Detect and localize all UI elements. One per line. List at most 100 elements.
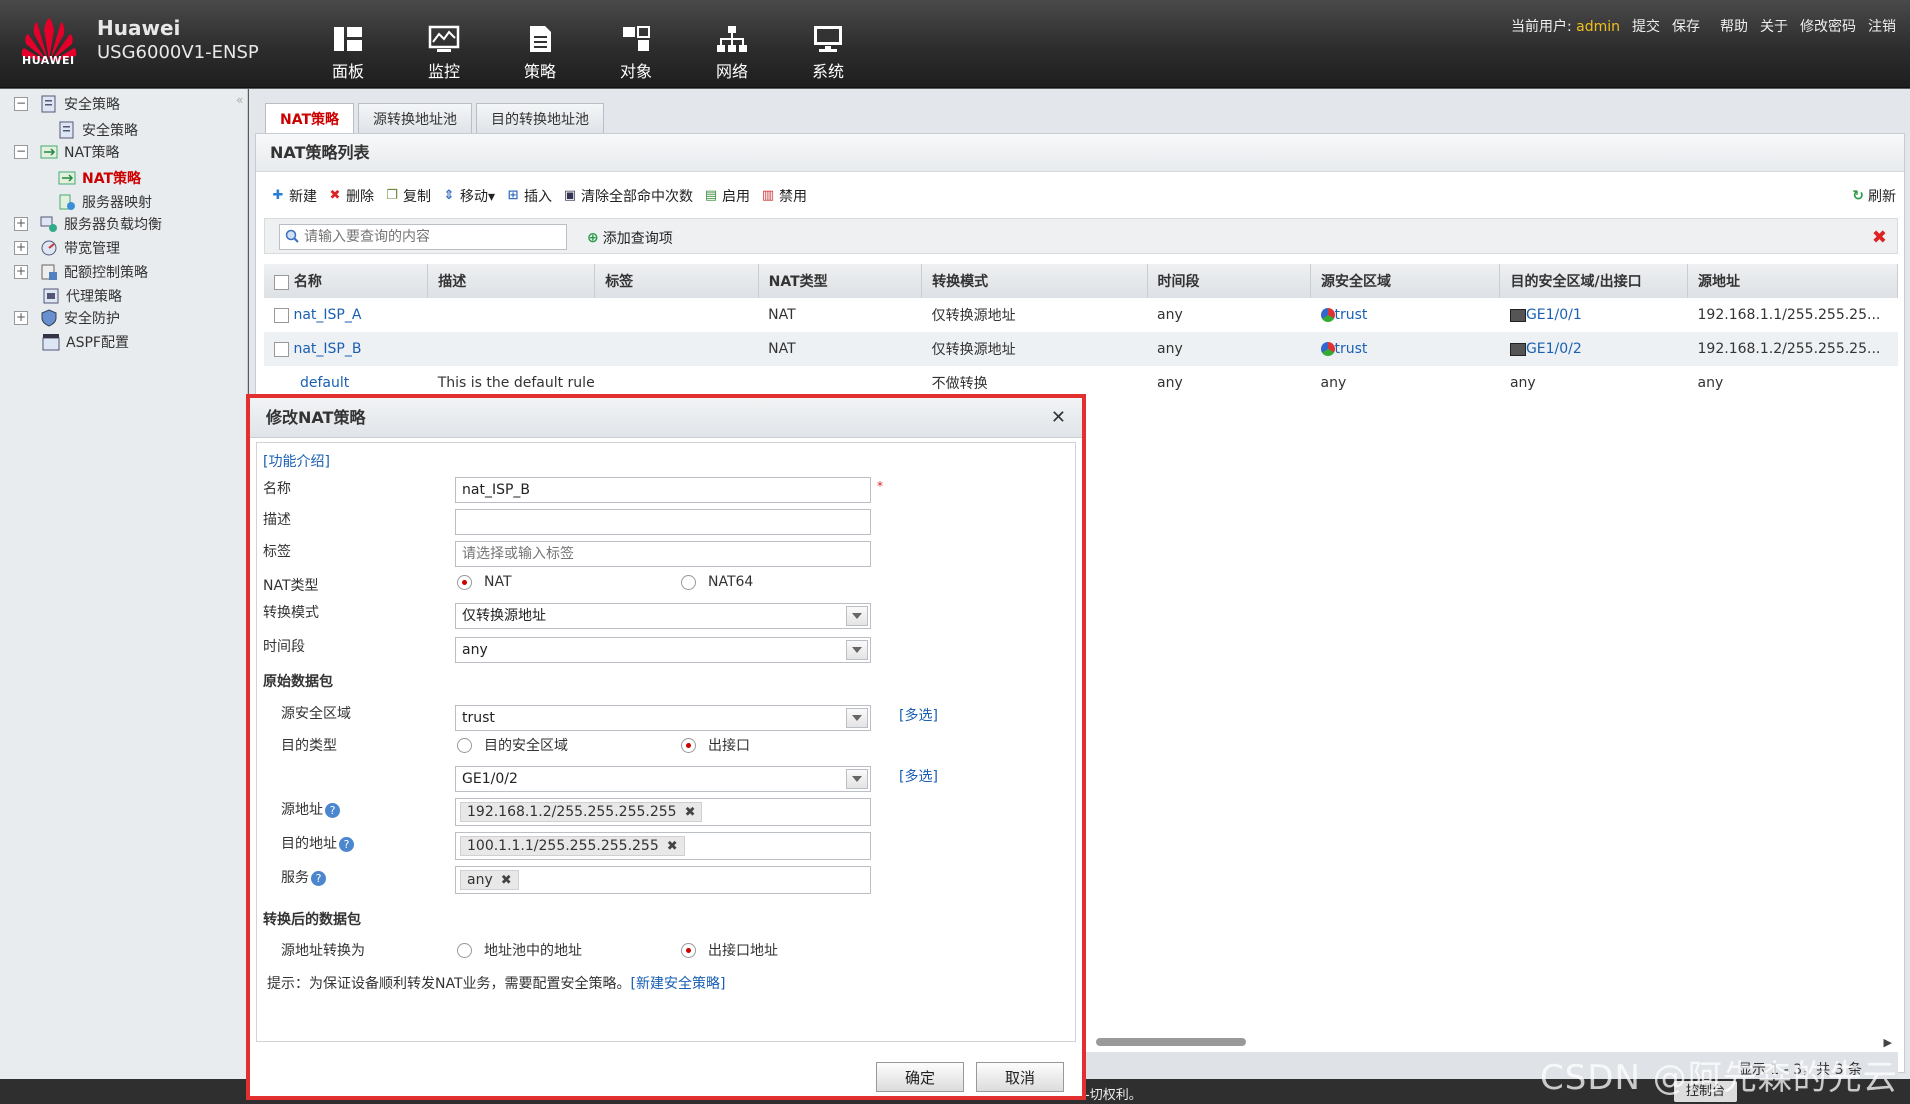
submit-link[interactable]: 提交 [1632, 16, 1660, 36]
tab-nat-policy[interactable]: NAT策略 [265, 103, 355, 133]
zone-link[interactable]: trust [1335, 341, 1368, 357]
help-icon[interactable]: ? [325, 802, 340, 818]
logout-link[interactable]: 注销 [1868, 16, 1896, 36]
sidebar-item-bandwidth[interactable]: + 带宽管理 [14, 235, 120, 261]
nav-network[interactable]: 网络 [684, 0, 780, 88]
cancel-button[interactable]: 取消 [976, 1062, 1064, 1092]
bandwidth-icon [41, 240, 57, 256]
select-all-checkbox[interactable] [274, 274, 289, 290]
close-icon[interactable]: ✕ [1051, 398, 1066, 438]
scroll-right-icon[interactable]: ▶ [1884, 1036, 1892, 1049]
col-dst-zone[interactable]: 目的安全区域/出接口 [1499, 264, 1689, 298]
move-button[interactable]: ⇕ 移动▾ [441, 186, 495, 206]
time-select[interactable]: any [455, 637, 871, 663]
enable-button[interactable]: ▤ 启用 [703, 186, 750, 206]
sidebar-item-security-policy-group[interactable]: − 安全策略 [14, 91, 120, 117]
policy-name-link[interactable]: default [300, 375, 349, 391]
description-input[interactable] [455, 509, 871, 535]
dst-addr-input[interactable]: 100.1.1.1/255.255.255.255 ✖ [455, 832, 871, 860]
expand-icon[interactable]: + [14, 241, 28, 255]
delete-button[interactable]: ✖ 删除 [327, 186, 374, 206]
interface-link[interactable]: GE1/0/2 [1526, 341, 1582, 357]
sidebar-item-aspf[interactable]: ASPF配置 [42, 329, 129, 355]
refresh-button[interactable]: ↻ 刷新 [1852, 186, 1896, 206]
sidebar-item-nat-policy-group[interactable]: − NAT策略 [14, 139, 120, 165]
search-input[interactable] [279, 224, 567, 250]
new-security-policy-link[interactable]: [新建安全策略] [631, 976, 726, 992]
col-tag[interactable]: 标签 [594, 264, 759, 298]
out-interface-multi-select[interactable]: [多选] [899, 766, 938, 786]
interface-link[interactable]: GE1/0/1 [1526, 307, 1582, 323]
horizontal-scrollbar[interactable]: ▶ [1096, 1036, 1896, 1049]
expand-icon[interactable]: + [14, 217, 28, 231]
disable-button[interactable]: ▥ 禁用 [760, 186, 807, 206]
save-link[interactable]: 保存 [1672, 16, 1700, 36]
col-name[interactable]: 名称 [264, 264, 429, 298]
chevron-down-icon[interactable] [846, 769, 868, 789]
dst-type-interface-radio[interactable]: 出接口 [681, 735, 750, 755]
row-checkbox[interactable] [274, 341, 289, 357]
ok-button[interactable]: 确定 [876, 1062, 964, 1092]
expand-icon[interactable]: + [14, 311, 28, 325]
close-search-icon[interactable]: ✖ [1872, 227, 1887, 248]
sidebar-collapse-icon[interactable]: « [236, 93, 243, 107]
chevron-down-icon[interactable] [846, 640, 868, 660]
policy-name-link[interactable]: nat_ISP_A [293, 307, 361, 323]
tab-source-pool[interactable]: 源转换地址池 [358, 103, 473, 133]
new-button[interactable]: ✚ 新建 [270, 186, 317, 206]
policy-name-link[interactable]: nat_ISP_B [293, 341, 361, 357]
about-link[interactable]: 关于 [1760, 16, 1788, 36]
feature-intro-link[interactable]: [功能介绍] [263, 451, 330, 471]
col-src-addr[interactable]: 源地址 [1687, 264, 1898, 298]
col-time[interactable]: 时间段 [1147, 264, 1312, 298]
change-password-link[interactable]: 修改密码 [1800, 16, 1856, 36]
chevron-down-icon[interactable] [846, 606, 868, 626]
col-src-zone[interactable]: 源安全区域 [1310, 264, 1501, 298]
expand-icon[interactable]: + [14, 265, 28, 279]
mode-select[interactable]: 仅转换源地址 [455, 603, 871, 629]
remove-chip-icon[interactable]: ✖ [667, 839, 678, 854]
insert-button[interactable]: ⊞ 插入 [505, 186, 552, 206]
table-row[interactable]: nat_ISP_B NAT 仅转换源地址 any trust GE1/0/2 1… [264, 332, 1898, 366]
copy-button[interactable]: ❐ 复制 [384, 186, 431, 206]
tag-input[interactable] [455, 541, 871, 567]
src-zone-multi-select[interactable]: [多选] [899, 705, 938, 725]
src-zone-select[interactable]: trust [455, 705, 871, 731]
remove-chip-icon[interactable]: ✖ [501, 873, 512, 888]
nav-policy[interactable]: 策略 [492, 0, 588, 88]
sidebar-item-nat-policy[interactable]: NAT策略 [58, 165, 141, 191]
collapse-icon[interactable]: − [14, 145, 28, 159]
name-input[interactable] [455, 477, 871, 503]
src-addr-input[interactable]: 192.168.1.2/255.255.255.255 ✖ [455, 798, 871, 826]
src-trans-interface-radio[interactable]: 出接口地址 [681, 940, 778, 960]
help-icon[interactable]: ? [339, 836, 354, 852]
collapse-icon[interactable]: − [14, 97, 28, 111]
dst-type-zone-radio[interactable]: 目的安全区域 [457, 735, 568, 755]
col-desc[interactable]: 描述 [427, 264, 596, 298]
add-query-button[interactable]: ⊕ 添加查询项 [587, 228, 673, 248]
nat-type-nat64-radio[interactable]: NAT64 [681, 574, 753, 590]
sidebar-item-quota-control[interactable]: + 配额控制策略 [14, 259, 148, 285]
clear-hits-button[interactable]: ▣ 清除全部命中次数 [562, 186, 693, 206]
zone-link[interactable]: trust [1335, 307, 1368, 323]
nav-system[interactable]: 系统 [780, 0, 876, 88]
help-link[interactable]: 帮助 [1720, 16, 1748, 36]
service-input[interactable]: any ✖ [455, 866, 871, 894]
nat-type-nat-radio[interactable]: NAT [457, 574, 512, 590]
col-nat-type[interactable]: NAT类型 [758, 264, 923, 298]
help-icon[interactable]: ? [311, 870, 326, 886]
scrollbar-thumb[interactable] [1096, 1038, 1246, 1046]
src-trans-pool-radio[interactable]: 地址池中的地址 [457, 940, 582, 960]
col-mode[interactable]: 转换模式 [921, 264, 1148, 298]
remove-chip-icon[interactable]: ✖ [685, 805, 696, 820]
out-interface-select[interactable]: GE1/0/2 [455, 766, 871, 792]
table-row[interactable]: nat_ISP_A NAT 仅转换源地址 any trust GE1/0/1 1… [264, 298, 1898, 332]
nav-dashboard[interactable]: 面板 [300, 0, 396, 88]
chevron-down-icon[interactable] [846, 708, 868, 728]
tab-destination-pool[interactable]: 目的转换地址池 [476, 103, 605, 133]
nav-monitor[interactable]: 监控 [396, 0, 492, 88]
nav-object[interactable]: 对象 [588, 0, 684, 88]
sidebar-item-security-protection[interactable]: + 安全防护 [14, 305, 120, 331]
sidebar-item-server-load-balancing[interactable]: + 服务器负载均衡 [14, 211, 162, 237]
row-checkbox[interactable] [274, 307, 289, 323]
